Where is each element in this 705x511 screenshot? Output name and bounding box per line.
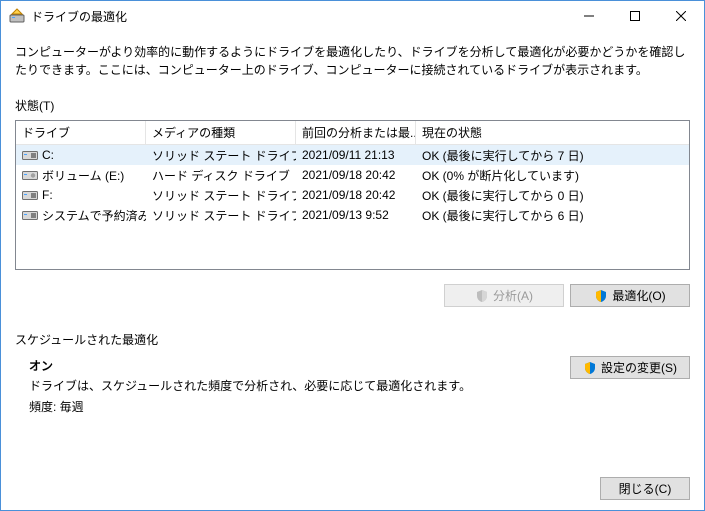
col-last[interactable]: 前回の分析または最... xyxy=(296,121,416,144)
cell-last: 2021/09/13 9:52 xyxy=(296,208,416,222)
shield-icon xyxy=(583,361,597,375)
optimize-button[interactable]: 最適化(O) xyxy=(570,284,690,307)
table-row[interactable]: システムで予約済みソリッド ステート ドライブ2021/09/13 9:52OK… xyxy=(16,205,689,225)
col-drive[interactable]: ドライブ xyxy=(16,121,146,144)
close-button[interactable] xyxy=(658,1,704,31)
close-label: 閉じる(C) xyxy=(619,480,672,497)
cell-media: ハード ディスク ドライブ xyxy=(146,167,296,184)
cell-status: OK (最後に実行してから 7 日) xyxy=(416,147,689,164)
schedule-section: スケジュールされた最適化 オン ドライブは、スケジュールされた頻度で分析され、必… xyxy=(15,331,690,417)
analyze-button: 分析(A) xyxy=(444,284,564,307)
titlebar: ドライブの最適化 xyxy=(1,1,704,31)
table-row[interactable]: F: ソリッド ステート ドライブ2021/09/18 20:42OK (最後に実… xyxy=(16,185,689,205)
list-body: C:ソリッド ステート ドライブ2021/09/11 21:13OK (最後に実… xyxy=(16,145,689,225)
cell-status: OK (最後に実行してから 6 日) xyxy=(416,207,689,224)
drive-list[interactable]: ドライブ メディアの種類 前回の分析または最... 現在の状態 C: ソリッド ス… xyxy=(15,120,690,270)
drive-name: システムで予約済み xyxy=(42,207,146,224)
cell-last: 2021/09/18 20:42 xyxy=(296,168,416,182)
list-header: ドライブ メディアの種類 前回の分析または最... 現在の状態 xyxy=(16,121,689,145)
cell-status: OK (最後に実行してから 0 日) xyxy=(416,187,689,204)
drive-name: C: xyxy=(42,148,54,162)
cell-last: 2021/09/11 21:13 xyxy=(296,148,416,162)
window-title: ドライブの最適化 xyxy=(31,8,566,25)
description-text: コンピューターがより効率的に動作するようにドライブを最適化したり、ドライブを分析… xyxy=(15,43,690,79)
table-row[interactable]: C: ソリッド ステート ドライブ2021/09/11 21:13OK (最後に実… xyxy=(16,145,689,165)
cell-media: ソリッド ステート ドライブ xyxy=(146,147,296,164)
cell-drive: F: xyxy=(16,188,146,202)
change-settings-button[interactable]: 設定の変更(S) xyxy=(570,356,690,379)
shield-icon xyxy=(594,289,608,303)
drive-icon xyxy=(22,189,38,201)
schedule-freq: 頻度: 毎週 xyxy=(29,397,570,417)
analyze-label: 分析(A) xyxy=(493,287,533,304)
drive-name: F: xyxy=(42,188,53,202)
cell-status: OK (0% が断片化しています) xyxy=(416,167,689,184)
cell-media: ソリッド ステート ドライブ xyxy=(146,187,296,204)
drive-name: ボリューム (E:) xyxy=(42,167,124,184)
status-label: 状態(T) xyxy=(15,97,690,114)
window-controls xyxy=(566,1,704,31)
schedule-on: オン xyxy=(29,356,570,376)
change-settings-label: 設定の変更(S) xyxy=(601,359,677,376)
action-buttons: 分析(A) 最適化(O) xyxy=(15,284,690,307)
schedule-desc: ドライブは、スケジュールされた頻度で分析され、必要に応じて最適化されます。 xyxy=(29,376,570,396)
drive-icon xyxy=(22,209,38,221)
cell-drive: ボリューム (E:) xyxy=(16,167,146,184)
cell-last: 2021/09/18 20:42 xyxy=(296,188,416,202)
optimize-label: 最適化(O) xyxy=(612,287,665,304)
app-icon xyxy=(9,8,25,24)
minimize-button[interactable] xyxy=(566,1,612,31)
shield-icon xyxy=(475,289,489,303)
close-dialog-button[interactable]: 閉じる(C) xyxy=(600,477,690,500)
schedule-text: オン ドライブは、スケジュールされた頻度で分析され、必要に応じて最適化されます。… xyxy=(15,356,570,417)
cell-media: ソリッド ステート ドライブ xyxy=(146,207,296,224)
col-media[interactable]: メディアの種類 xyxy=(146,121,296,144)
cell-drive: システムで予約済み xyxy=(16,207,146,224)
drive-icon xyxy=(22,149,38,161)
optimize-drives-window: ドライブの最適化 コンピューターがより効率的に動作するようにドライブを最適化した… xyxy=(0,0,705,511)
col-status[interactable]: 現在の状態 xyxy=(416,121,689,144)
drive-icon xyxy=(22,169,38,181)
content-area: コンピューターがより効率的に動作するようにドライブを最適化したり、ドライブを分析… xyxy=(1,31,704,510)
table-row[interactable]: ボリューム (E:) ハード ディスク ドライブ2021/09/18 20:42O… xyxy=(16,165,689,185)
maximize-button[interactable] xyxy=(612,1,658,31)
schedule-label: スケジュールされた最適化 xyxy=(15,331,690,348)
cell-drive: C: xyxy=(16,148,146,162)
footer: 閉じる(C) xyxy=(15,467,690,500)
